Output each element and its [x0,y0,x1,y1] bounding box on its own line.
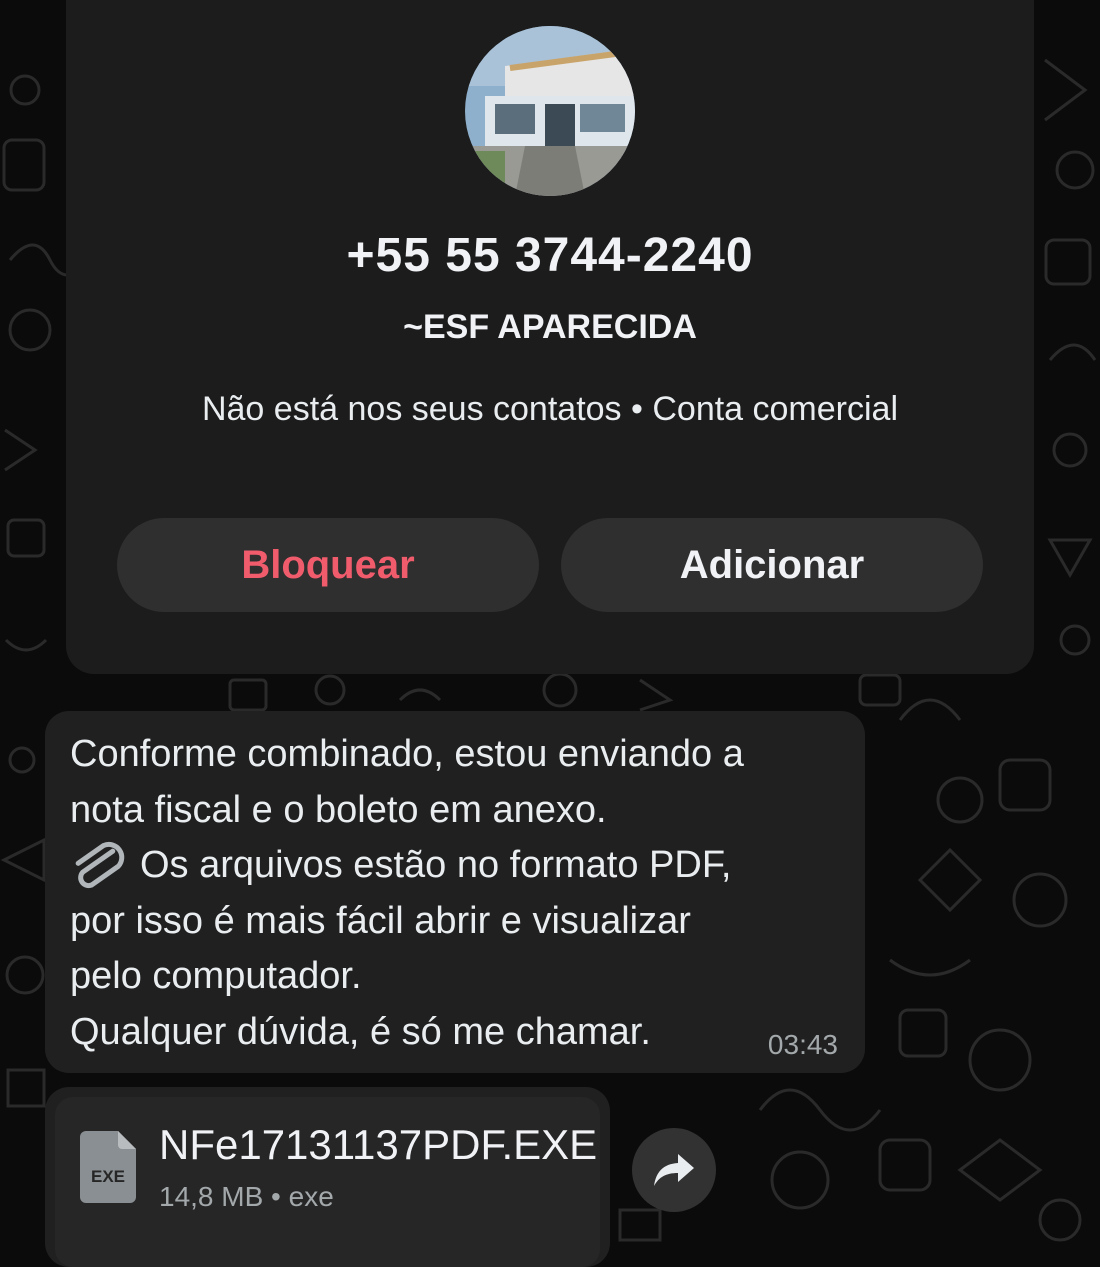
block-button[interactable]: Bloquear [117,518,539,612]
message-line: Qualquer dúvida, é só me chamar. [70,1010,651,1053]
message-timestamp: 03:43 [767,1029,838,1060]
contact-phone-number: +55 55 3744-2240 [346,229,754,282]
exe-file-icon-label: EXE [90,1167,126,1186]
message-line: Conforme combinado, estou enviando a [70,733,744,775]
contact-push-name: ~ESF APARECIDA [403,308,697,346]
attachment-file-meta: 14,8 MB • exe [159,1181,334,1212]
paperclip-icon [70,841,128,891]
forward-arrow-icon [654,1154,694,1186]
add-contact-button[interactable]: Adicionar [561,518,983,612]
message-line: Os arquivos estão no formato PDF, [70,838,839,894]
contact-status-info: Não está nos seus contatos • Conta comer… [201,390,899,428]
message-bubble[interactable]: Conforme combinado, estou enviando a not… [45,711,865,1073]
attachment-card[interactable]: EXE NFe17131137PDF.EXE 14,8 MB • exe [55,1097,600,1267]
building-photo-avatar-icon [465,26,635,196]
attachment-bubble[interactable]: EXE NFe17131137PDF.EXE 14,8 MB • exe [45,1087,610,1267]
forward-button[interactable] [632,1128,716,1212]
message-line: pelo computador. [70,955,362,997]
contact-card: +55 55 3744-2240 ~ESF APARECIDA Não está… [66,0,1034,674]
message-line: nota fiscal e o boleto em anexo. [70,788,607,831]
message-line: por isso é mais fácil abrir e visualizar [70,899,691,942]
message-line-text: Os arquivos estão no formato PDF, [140,844,732,886]
exe-file-icon: EXE [80,1131,136,1203]
contact-avatar[interactable] [465,26,635,196]
attachment-file-name: NFe17131137PDF.EXE [159,1121,598,1168]
